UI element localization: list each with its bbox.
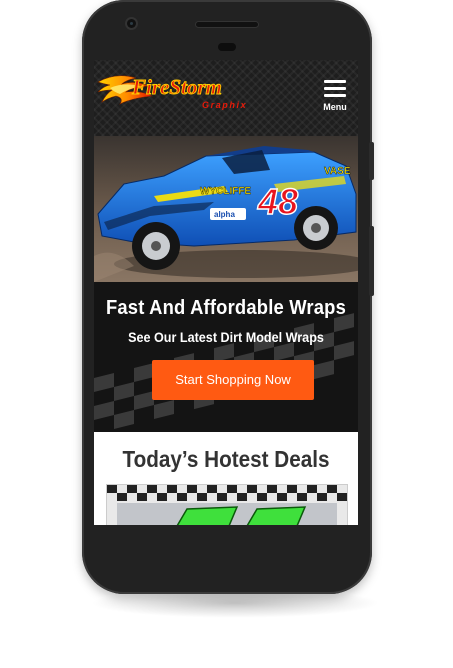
site-header: FireStorm Graphix Menu xyxy=(94,60,358,136)
hero-subtitle: See Our Latest Dirt Model Wraps xyxy=(128,329,324,345)
svg-text:alpha: alpha xyxy=(214,210,235,219)
deals-section: Today’s Hotest Deals xyxy=(94,432,358,525)
svg-text:48: 48 xyxy=(257,181,298,222)
svg-text:VASE: VASE xyxy=(324,166,351,177)
front-camera xyxy=(127,19,136,28)
svg-text:WYCLIFFE: WYCLIFFE xyxy=(200,186,251,197)
hamburger-menu-button[interactable]: Menu xyxy=(320,78,350,118)
hero-title: Fast And Affordable Wraps xyxy=(105,297,347,319)
logo-flame-icon: FireStorm Graphix xyxy=(97,75,247,110)
hamburger-icon xyxy=(324,80,346,101)
svg-text:Graphix: Graphix xyxy=(202,100,247,110)
deals-title: Today’s Hotest Deals xyxy=(122,446,330,472)
volume-button xyxy=(369,142,374,180)
proximity-sensor xyxy=(218,43,236,51)
hero-banner: Fast And Affordable Wraps See Our Latest… xyxy=(94,282,358,432)
phone-frame: FireStorm Graphix Menu WYCLIFFE alpha VA… xyxy=(82,0,374,594)
power-button xyxy=(369,226,374,296)
deal-product-image[interactable] xyxy=(106,484,348,525)
menu-label: Menu xyxy=(323,102,347,112)
start-shopping-button[interactable]: Start Shopping Now xyxy=(152,360,314,400)
hero-car-image: WYCLIFFE alpha VASE 48 xyxy=(94,136,358,282)
site-logo[interactable]: FireStorm Graphix xyxy=(96,68,280,112)
phone-screen: FireStorm Graphix Menu WYCLIFFE alpha VA… xyxy=(94,60,358,525)
svg-text:FireStorm: FireStorm xyxy=(131,75,222,99)
earpiece-speaker xyxy=(196,22,258,27)
